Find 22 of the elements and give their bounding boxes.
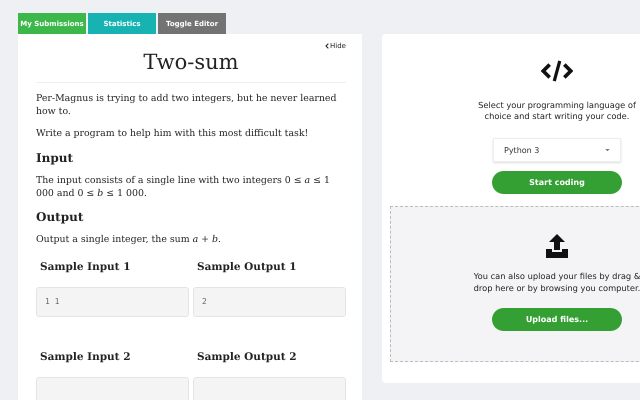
upload-icon: [544, 233, 570, 260]
editor-prompt: Select your programming language of choice and start writing your code.: [477, 100, 637, 122]
start-coding-button[interactable]: Start coding: [492, 171, 622, 194]
caret-icon: [605, 148, 610, 152]
section-text: The input consists of a single line with two integers 0 ≤ a ≤ 1 000 and 0 ≤ b ≤ 1 000.: [36, 175, 331, 200]
language-select[interactable]: Python 3: [493, 138, 621, 162]
chevron-left-icon: [325, 43, 330, 49]
upload-files-button[interactable]: Upload files...: [492, 308, 622, 331]
sample-input-label: Sample Input 1: [40, 261, 132, 274]
sample-input-box: 1 1: [36, 287, 189, 318]
problem-paragraph: Per-Magnus is trying to add two integers, but he never learned how to.: [36, 93, 338, 118]
sample-input-label: Sample Input 2: [40, 351, 132, 364]
section-heading: Output: [36, 210, 84, 224]
section-heading: Input: [36, 151, 74, 166]
upload-text: You can also upload your files by drag & drop here or by browsing you computer.: [472, 271, 640, 294]
sample-output-label: Sample Output 2: [197, 351, 298, 364]
section-text: Output a single integer, the sum a + b.: [36, 234, 222, 248]
code-icon: [541, 60, 573, 82]
sample-output-label: Sample Output 1: [197, 261, 298, 274]
sample-output-box: 2: [193, 287, 346, 318]
problem-paragraph: Write a program to help him with this most difficult task!: [36, 128, 310, 142]
problem-title: Two-sum: [142, 50, 240, 74]
